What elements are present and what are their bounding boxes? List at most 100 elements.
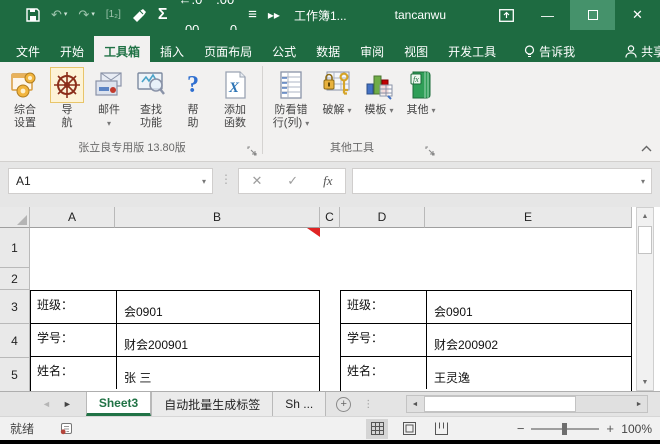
zoom-in-icon[interactable]: + bbox=[606, 421, 614, 436]
column-header-a[interactable]: A bbox=[30, 207, 115, 228]
column-header-e[interactable]: E bbox=[425, 207, 632, 228]
ribbon-button-mail[interactable]: 邮件▾ bbox=[88, 66, 130, 131]
next-sheet-icon[interactable]: ► bbox=[63, 399, 72, 409]
format-painter-icon[interactable] bbox=[132, 9, 147, 22]
name-box-input[interactable] bbox=[16, 174, 186, 188]
tab-review[interactable]: 审阅 bbox=[350, 36, 394, 62]
cancel-icon[interactable]: ✕ bbox=[251, 173, 262, 189]
cell-e5[interactable]: 王灵逸 bbox=[426, 357, 631, 389]
scroll-down-icon[interactable]: ▼ bbox=[637, 374, 653, 390]
minimize-button[interactable]: — bbox=[525, 0, 570, 30]
cell-e4[interactable]: 财会200902 bbox=[426, 324, 631, 356]
enter-icon[interactable]: ✓ bbox=[287, 173, 298, 189]
row-header-3[interactable]: 3 bbox=[0, 290, 30, 324]
select-all-corner[interactable] bbox=[0, 207, 30, 228]
cell-d5[interactable]: 姓名： bbox=[341, 357, 426, 389]
column-header-d[interactable]: D bbox=[340, 207, 425, 228]
vertical-scroll-thumb[interactable] bbox=[638, 226, 652, 254]
tab-developer[interactable]: 开发工具 bbox=[438, 36, 506, 62]
sheet-tab-sheet3[interactable]: Sheet3 bbox=[86, 392, 151, 416]
column-header-b[interactable]: B bbox=[115, 207, 320, 228]
zoom-slider-handle[interactable] bbox=[562, 423, 567, 435]
tab-insert[interactable]: 插入 bbox=[150, 36, 194, 62]
tab-share[interactable]: 共享 bbox=[615, 36, 660, 62]
page-break-view-icon[interactable] bbox=[430, 419, 452, 439]
formula-input[interactable] bbox=[359, 174, 641, 188]
ribbon-button-other[interactable]: fx 其他 ▾ bbox=[400, 66, 442, 118]
row-header-2[interactable]: 2 bbox=[0, 268, 30, 290]
horizontal-scrollbar[interactable]: ◄ ► bbox=[406, 395, 648, 413]
tab-file[interactable]: 文件 bbox=[6, 36, 50, 62]
scroll-up-icon[interactable]: ▲ bbox=[637, 208, 653, 224]
redo-icon[interactable]: ↷▾ bbox=[78, 0, 94, 30]
tab-data[interactable]: 数据 bbox=[306, 36, 350, 62]
vertical-scrollbar[interactable]: ▲ ▼ bbox=[636, 207, 654, 391]
lightbulb-icon bbox=[524, 45, 535, 59]
cell-d3[interactable]: 班级： bbox=[341, 291, 426, 323]
row-header-5[interactable]: 5 bbox=[0, 358, 30, 391]
horizontal-scroll-thumb[interactable] bbox=[424, 396, 576, 412]
cell-b3[interactable]: 会0901 bbox=[116, 291, 319, 323]
ribbon-button-help[interactable]: ? 帮 助 bbox=[172, 66, 214, 131]
insert-function-icon[interactable]: fx bbox=[323, 173, 332, 189]
tab-toolbox[interactable]: 工具箱 bbox=[94, 36, 150, 62]
ribbon-button-find[interactable]: 查找 功能 bbox=[130, 66, 172, 131]
prev-sheet-icon[interactable]: ◄ bbox=[42, 399, 51, 409]
close-button[interactable]: ✕ bbox=[615, 0, 660, 30]
zoom-out-icon[interactable]: − bbox=[517, 421, 525, 436]
zoom-level[interactable]: 100% bbox=[621, 422, 652, 436]
spreadsheet-grid: A B C D E 1 2 3 4 5 班级： 会0901 学号： 财会2009… bbox=[0, 207, 660, 391]
cell-e3[interactable]: 会0901 bbox=[426, 291, 631, 323]
tab-home[interactable]: 开始 bbox=[50, 36, 94, 62]
ribbon-button-template[interactable]: 模板 ▾ bbox=[358, 66, 400, 118]
dialog-launcher-icon[interactable] bbox=[247, 145, 257, 155]
row-header-1[interactable]: 1 bbox=[0, 228, 30, 268]
tab-view[interactable]: 视图 bbox=[394, 36, 438, 62]
user-name: tancanwu bbox=[395, 8, 446, 22]
collapse-ribbon-icon[interactable] bbox=[641, 141, 652, 155]
cell-b4[interactable]: 财会200901 bbox=[116, 324, 319, 356]
ribbon-button-prevent-misread[interactable]: 防看错 行(列) ▾ bbox=[266, 66, 316, 131]
autosum-icon[interactable]: Σ bbox=[158, 0, 168, 30]
cell-b5[interactable]: 张 三 bbox=[116, 357, 319, 389]
ribbon-button-settings[interactable]: 综合 设置 bbox=[4, 66, 46, 131]
cell-d4[interactable]: 学号： bbox=[341, 324, 426, 356]
page-layout-view-icon[interactable] bbox=[398, 419, 420, 439]
table-row: 班级： 会0901 bbox=[341, 291, 631, 324]
save-icon[interactable] bbox=[26, 8, 40, 22]
maximize-button[interactable] bbox=[570, 0, 615, 30]
normal-view-icon[interactable] bbox=[366, 419, 388, 439]
sheet-nav-arrows: ◄ ► bbox=[42, 392, 72, 416]
row-header-4[interactable]: 4 bbox=[0, 324, 30, 358]
cell-a3[interactable]: 班级： bbox=[31, 291, 116, 323]
ribbon-group-separator bbox=[262, 66, 263, 154]
ribbon-button-add-function[interactable]: X 添加 函数 bbox=[214, 66, 256, 131]
cell-a5[interactable]: 姓名： bbox=[31, 357, 116, 389]
custom-sort-icon[interactable]: [1₂] bbox=[106, 0, 121, 30]
macro-record-icon[interactable] bbox=[60, 422, 73, 435]
zoom-slider[interactable] bbox=[531, 428, 599, 430]
dialog-launcher-icon[interactable] bbox=[425, 145, 435, 155]
ribbon-button-navigation[interactable]: 导 航 bbox=[46, 66, 88, 131]
scroll-left-icon[interactable]: ◄ bbox=[407, 396, 423, 412]
more-commands-icon[interactable]: ▸▸ bbox=[268, 0, 280, 30]
tab-tell-me[interactable]: 告诉我 bbox=[514, 36, 585, 62]
column-header-c[interactable]: C bbox=[320, 207, 340, 228]
chevron-down-icon[interactable]: ▾ bbox=[202, 177, 206, 186]
ribbon-button-crack[interactable]: 破解 ▾ bbox=[316, 66, 358, 118]
sheet-tab-auto-label[interactable]: 自动批量生成标签 bbox=[151, 392, 273, 416]
settings-icon bbox=[8, 67, 42, 103]
expand-formula-bar-icon[interactable]: ▾ bbox=[641, 177, 645, 186]
sheet-tab-truncated[interactable]: Sh ... bbox=[273, 392, 326, 416]
book-fx-icon: fx bbox=[404, 67, 438, 103]
cell-a4[interactable]: 学号： bbox=[31, 324, 116, 356]
align-text-icon[interactable]: ≡ bbox=[248, 0, 257, 30]
tab-page-layout[interactable]: 页面布局 bbox=[194, 36, 262, 62]
ribbon-display-options-icon[interactable] bbox=[487, 0, 525, 30]
new-sheet-button[interactable]: + bbox=[336, 392, 351, 416]
right-label-table: 班级： 会0901 学号： 财会200902 姓名： 王灵逸 bbox=[340, 290, 632, 391]
name-box[interactable]: ▾ bbox=[8, 168, 213, 194]
scroll-right-icon[interactable]: ► bbox=[631, 396, 647, 412]
undo-icon[interactable]: ↶▾ bbox=[51, 0, 67, 30]
tab-formulas[interactable]: 公式 bbox=[262, 36, 306, 62]
